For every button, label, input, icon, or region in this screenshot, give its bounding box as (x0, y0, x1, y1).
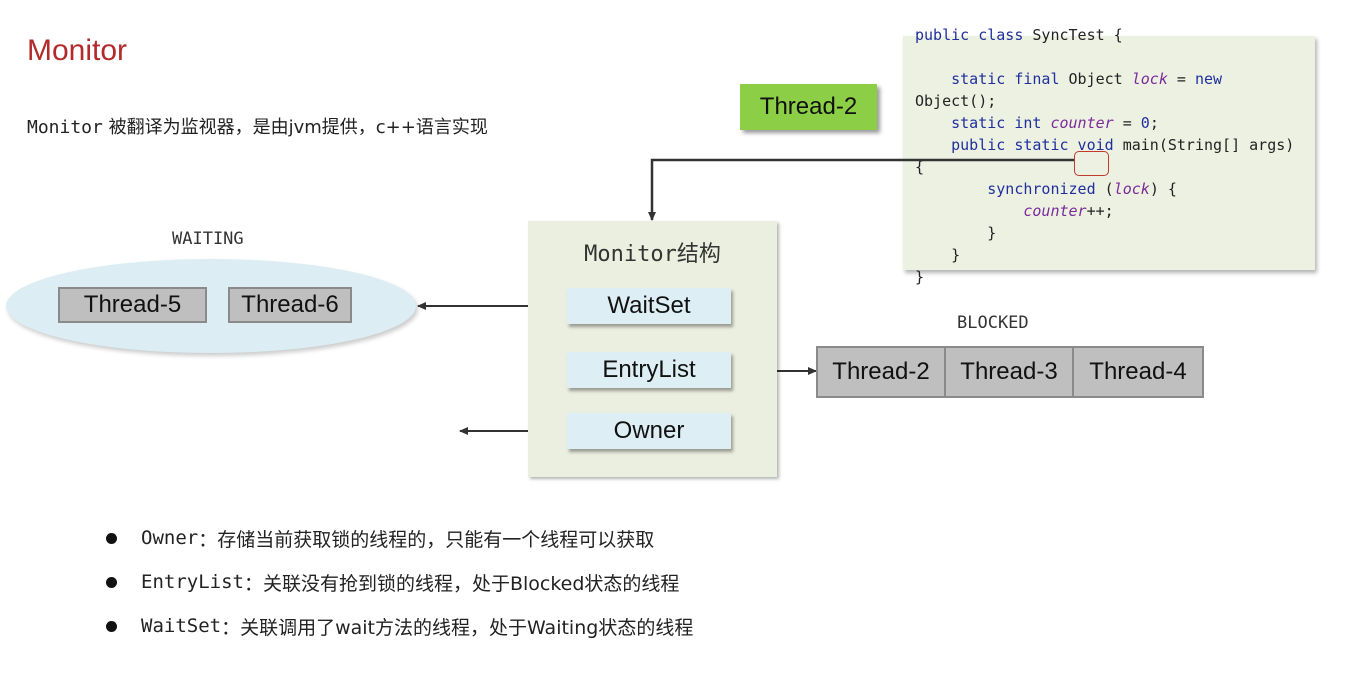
entrylist-slot: EntryList (567, 352, 731, 388)
waiting-label: WAITING (172, 229, 244, 249)
waiting-thread: Thread-6 (228, 287, 352, 323)
monitor-structure-title: Monitor结构 (584, 242, 721, 267)
blocked-thread-row: Thread-2 Thread-3 Thread-4 (816, 346, 1204, 398)
bullet-list: Owner ：存储当前获取锁的线程的，只能有一个线程可以获取 EntryList：… (103, 516, 693, 648)
blocked-thread: Thread-3 (946, 348, 1074, 396)
waiting-thread: Thread-5 (58, 287, 207, 323)
bullet-waitset: WaitSet ：关联调用了wait方法的线程，处于Waiting状态的线程 (103, 604, 693, 648)
bullet-entrylist: EntryList ：关联没有抢到锁的线程，处于Blocked状态的线程 (103, 560, 693, 604)
blocked-thread: Thread-4 (1089, 358, 1187, 385)
bullet-dot (106, 620, 117, 632)
bullet-owner: Owner ：存储当前获取锁的线程的，只能有一个线程可以获取 (103, 516, 693, 560)
bullet-dot (106, 532, 117, 544)
owner-slot: Owner (567, 413, 731, 449)
code-to-monitor-arrow (648, 158, 1074, 221)
bullet-dot (106, 576, 117, 588)
blocked-thread: Thread-2 (818, 348, 946, 396)
blocked-label: BLOCKED (957, 313, 1029, 333)
waitset-slot: WaitSet (567, 288, 731, 324)
